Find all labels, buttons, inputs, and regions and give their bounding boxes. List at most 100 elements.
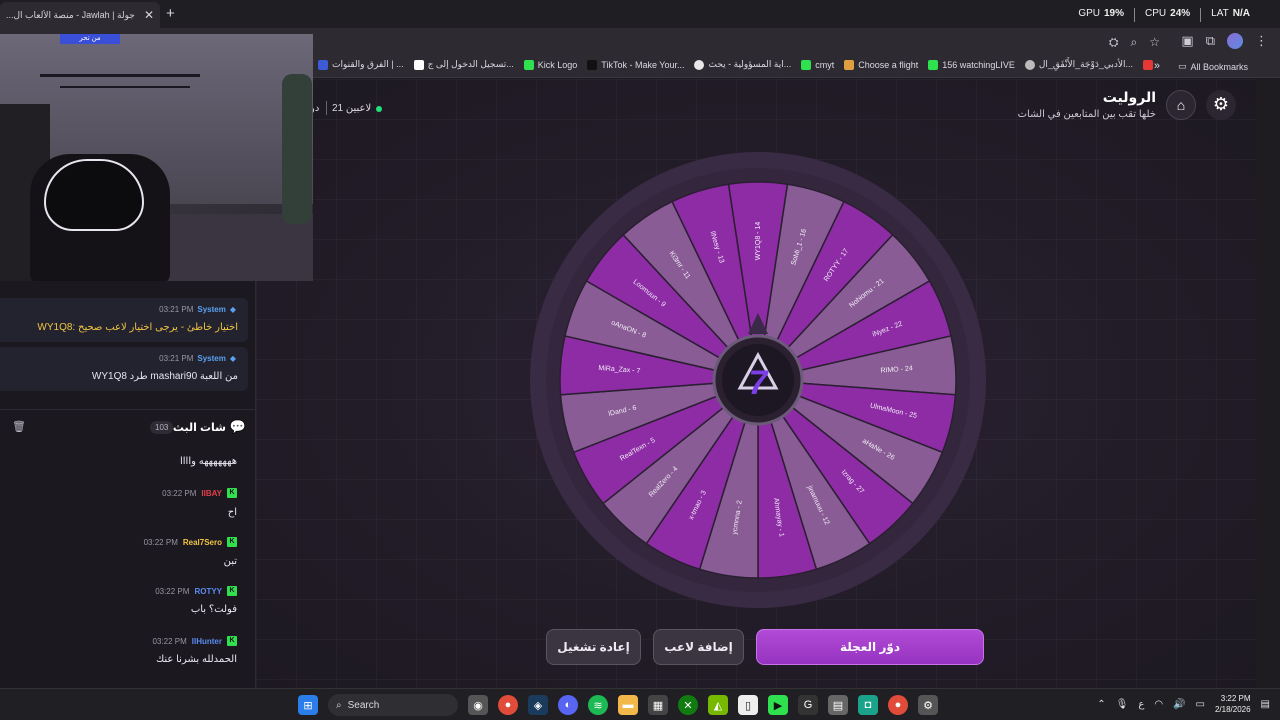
app-icon[interactable]: G <box>798 695 818 715</box>
language-indicator[interactable]: ع <box>1138 699 1144 710</box>
chevron-up-icon[interactable]: ⌃ <box>1097 699 1105 710</box>
notification-icon[interactable]: ▤ <box>1261 699 1270 710</box>
divider <box>1200 8 1202 22</box>
profile-avatar[interactable] <box>1227 33 1243 49</box>
zoom-icon[interactable]: ⌕ <box>1131 35 1138 50</box>
microphone-icon[interactable]: 🎙 <box>1116 699 1129 710</box>
lat-value: N/A <box>1232 8 1250 19</box>
chat-title: شات البث <box>172 422 226 434</box>
bookmark-item[interactable]: Kick Logo <box>523 59 577 70</box>
home-icon: ⌂ <box>1176 96 1186 113</box>
bookmark-item[interactable]: الأدبي_دَوْجَة_الأَنْفَقِ_ال... <box>1024 59 1133 70</box>
nvidia-icon[interactable]: ◭ <box>708 695 728 715</box>
chrome-icon[interactable]: ● <box>498 695 518 715</box>
message-author: ROTYY <box>194 586 222 596</box>
battery-icon[interactable]: ▭ <box>1196 699 1205 710</box>
file-icon[interactable]: ▯ <box>738 695 758 715</box>
message-author: System <box>197 305 226 314</box>
search-icon: ⌕ <box>336 699 342 711</box>
kick-icon <box>523 59 534 70</box>
divider <box>0 409 256 410</box>
flight-icon <box>844 59 855 70</box>
add-player-button[interactable]: إضافة لاعب <box>653 629 744 665</box>
bookmark-item[interactable]: 156 watchingLIVE <box>928 59 1015 70</box>
wifi-icon[interactable]: ◠ <box>1154 699 1163 710</box>
settings-button[interactable]: ⚙ <box>1206 89 1236 120</box>
divider <box>1134 8 1136 22</box>
roulette-wheel[interactable]: WY1Q8 - 14 SoMi_1 - 16 ROTYY - 17 Nohiomu -… <box>528 150 988 610</box>
windows-taskbar: ⊞ ⌕ Search ◉ ● ◈ ◐ ≋ ▬ ▦ ✕ ◭ ▯ ▶ G ▤ ◘ ● … <box>0 688 1280 720</box>
star-icon[interactable]: ☆ <box>1149 35 1160 50</box>
wheel-graphic[interactable]: WY1Q8 - 14 SoMi_1 - 16 ROTYY - 17Nohiomu -… <box>528 150 988 610</box>
folder-icon[interactable]: ▬ <box>618 695 638 715</box>
performance-overlay: GPU 19% CPU 24% LAT N/A <box>1078 8 1250 22</box>
bookmark-item[interactable]: cmyt <box>801 59 834 70</box>
page-subtitle: خلها تقب بين المتابعين في الشات <box>1017 109 1156 120</box>
chat-message-text: اح <box>227 507 237 518</box>
all-bookmarks-button[interactable]: ▭ All Bookmarks <box>1178 61 1248 72</box>
folder-icon: ▭ <box>1177 61 1187 71</box>
lat-label: LAT <box>1211 8 1229 19</box>
store-icon[interactable]: ▦ <box>648 695 668 715</box>
xbox-icon[interactable]: ✕ <box>678 695 698 715</box>
tab-close-icon[interactable]: ✕ <box>144 8 154 22</box>
bookmarks-overflow-button[interactable]: » <box>1154 60 1160 72</box>
message-time: 03:22 PM <box>155 586 190 596</box>
app-icon[interactable]: ◘ <box>858 695 878 715</box>
settings-app-icon[interactable]: ⚙ <box>918 695 938 715</box>
kick-icon <box>928 59 939 70</box>
kick-app-icon[interactable]: ▶ <box>768 695 788 715</box>
translate-icon[interactable]: ⛭ <box>1109 35 1119 50</box>
bookmark-item[interactable]: تسجيل الدخول إلى ج... <box>413 59 514 70</box>
restart-button[interactable]: إعادة تشغيل <box>546 629 641 665</box>
page-scrollbar[interactable] <box>1256 79 1280 688</box>
start-icon[interactable]: ⊞ <box>298 695 318 715</box>
taskbar-search[interactable]: ⌕ Search <box>328 694 458 716</box>
message-text: WY1Q8 طرد mashari90 من اللعبة <box>91 371 238 382</box>
volume-icon[interactable]: 🔊 <box>1173 699 1185 710</box>
clock-date: 2/18/2026 <box>1214 705 1251 714</box>
google-icon <box>694 59 705 70</box>
media-icon[interactable]: ▣ <box>1181 33 1193 49</box>
bookmarks-list: الفرق والقنوات | ... تسجيل الدخول إلى ج.… <box>318 59 1154 70</box>
gear-icon: ⚙ <box>1212 94 1230 114</box>
cpu-label: CPU <box>1145 8 1167 19</box>
message-time: 03:22 PM <box>152 636 187 646</box>
bookmark-icon <box>413 59 424 70</box>
players-count: دو 21 لاعبين <box>310 101 383 115</box>
app-header: الروليت خلها تقب بين المتابعين في الشات … <box>1018 89 1236 120</box>
chrome-active-icon[interactable]: ● <box>888 695 908 715</box>
bookmark-item[interactable]: اية المسؤولية - يحث... <box>694 59 791 70</box>
spin-wheel-button[interactable]: دوّر العجلة <box>756 629 984 665</box>
roulette-area: الروليت خلها تقب بين المتابعين في الشات … <box>256 79 1256 688</box>
new-tab-button[interactable]: + <box>166 5 175 22</box>
bookmark-item[interactable] <box>1143 59 1154 70</box>
message-author: System <box>197 354 226 363</box>
bookmark-item[interactable]: TikTok - Make Your... <box>587 59 684 70</box>
bookmark-item[interactable]: الفرق والقنوات | ... <box>318 59 404 70</box>
center-logo: 7 <box>749 364 770 402</box>
chat-count-badge: 103 <box>150 421 174 434</box>
clock[interactable]: 3:22 PM 2/18/2026 <box>1215 693 1251 715</box>
chat-message-text: فولت؟ باب <box>190 604 237 615</box>
chat-header: 💬 شات البث 103 🗑 <box>0 417 256 439</box>
camera-app-icon[interactable]: ◉ <box>468 695 488 715</box>
menu-icon[interactable]: ⋮ <box>1255 33 1268 49</box>
message-time: 03:21 PM <box>159 354 194 363</box>
home-button[interactable]: ⌂ <box>1166 89 1196 120</box>
steam-icon[interactable]: ◈ <box>528 695 548 715</box>
bookmark-item[interactable]: Choose a flight <box>844 59 918 70</box>
kick-icon: K <box>227 488 237 498</box>
tiktok-icon <box>587 59 598 70</box>
browser-tab[interactable]: جولة | Jawlah - منصة الألعاب ال... ✕ <box>0 2 160 28</box>
chat-message-text: الحمدلله بشرنا عنك <box>155 654 237 665</box>
globe-icon <box>1024 59 1035 70</box>
bookmark-icon <box>318 59 328 70</box>
recycle-bin-icon[interactable]: ▤ <box>828 695 848 715</box>
streamer-silhouette <box>44 159 144 231</box>
spotify-icon[interactable]: ≋ <box>588 695 608 715</box>
browser-tab-bar: جولة | Jawlah - منصة الألعاب ال... ✕ + G… <box>0 0 1280 28</box>
trash-icon[interactable]: 🗑 <box>12 420 26 433</box>
discord-icon[interactable]: ◐ <box>558 695 578 715</box>
extensions-icon[interactable]: ⧉ <box>1206 33 1215 49</box>
